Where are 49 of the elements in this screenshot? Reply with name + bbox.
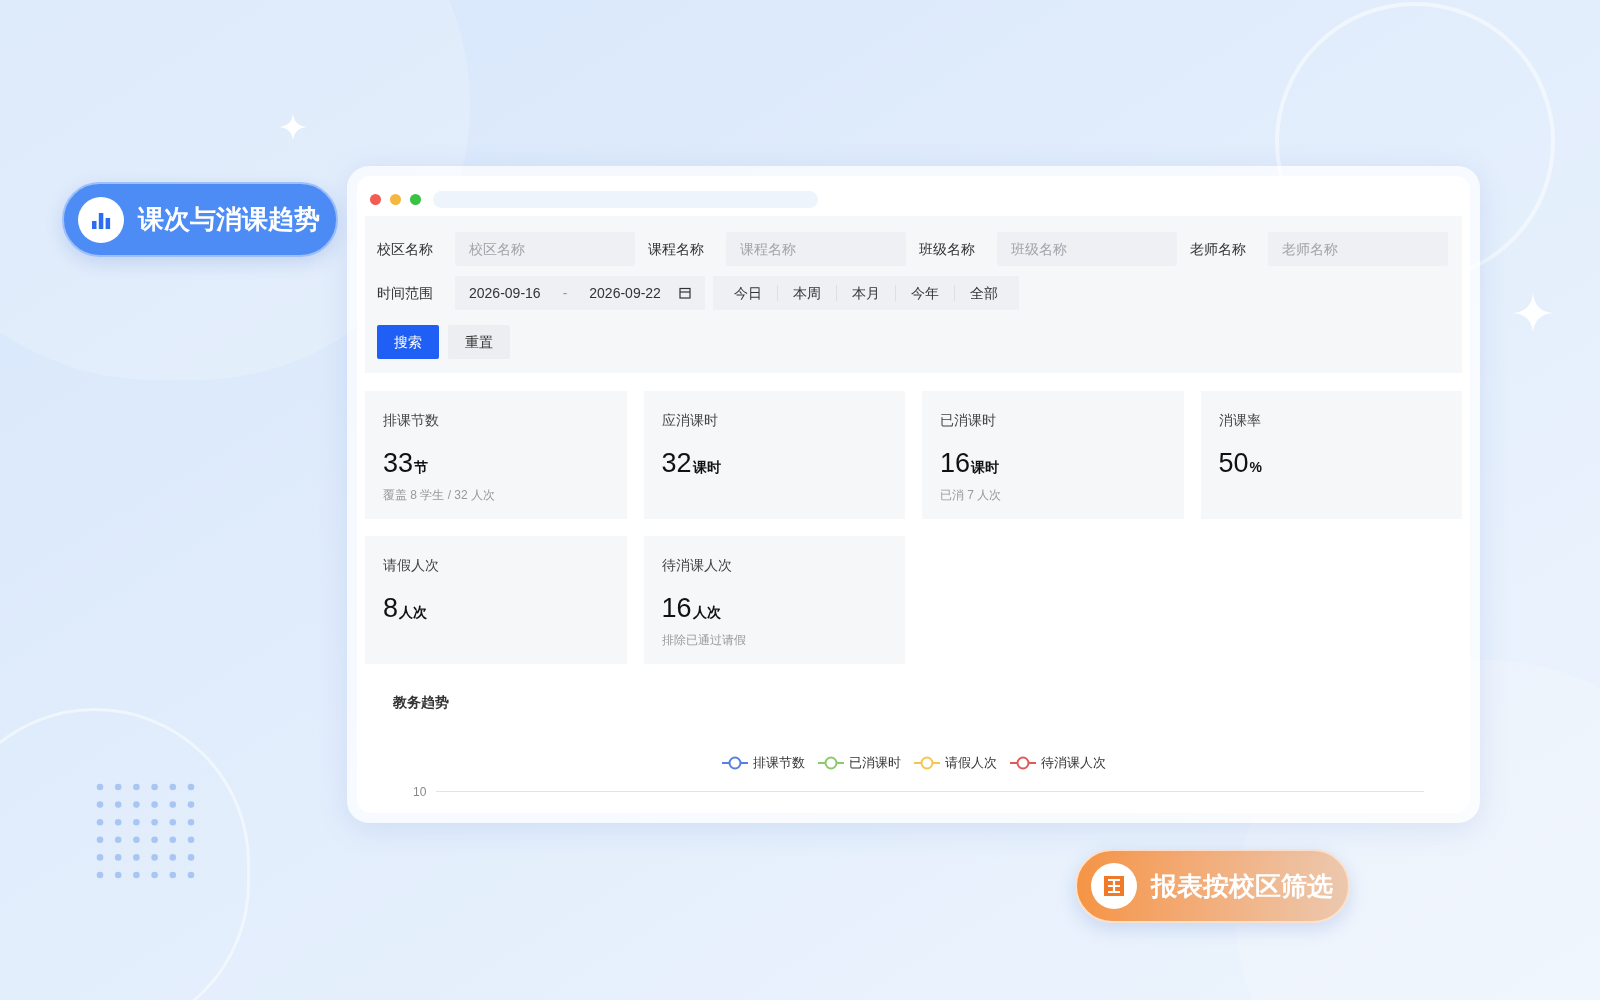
stat-title: 请假人次: [383, 556, 440, 575]
stat-value: 16: [940, 447, 971, 480]
stat-note: 排除已通过请假: [661, 631, 747, 649]
feature-badge-text: 课次与消课趋势: [138, 203, 320, 236]
quick-range-button[interactable]: 本周: [777, 282, 836, 304]
stat-title: 排课节数: [383, 411, 440, 430]
stat-value: 33: [383, 447, 414, 480]
stat-value: 16: [661, 592, 692, 625]
chart-title: 教务趋势: [393, 693, 450, 712]
input-field[interactable]: 老师名称: [1268, 232, 1448, 266]
input-field[interactable]: 校区名称: [455, 232, 635, 266]
date-range-field[interactable]: 2026-09-16 - 2026-09-22: [455, 276, 705, 310]
stat-value: 8: [383, 592, 399, 625]
stat-unit: 人次: [692, 603, 721, 622]
stat-unit: 课时: [971, 459, 1000, 477]
legend-label: 排课节数: [752, 754, 805, 772]
stat-unit: 人次: [399, 603, 428, 622]
stat-unit: 课时: [692, 459, 721, 477]
stat-title: 待消课人次: [661, 556, 733, 575]
stat-value: 32: [661, 447, 692, 480]
quick-range-button[interactable]: 今年: [895, 282, 954, 304]
input-field[interactable]: 课程名称: [726, 232, 906, 266]
quick-range-button[interactable]: 本月: [836, 282, 895, 304]
legend-label: 待消课人次: [1040, 754, 1106, 772]
input-field[interactable]: 班级名称: [997, 232, 1177, 266]
field-label: 课程名称: [648, 239, 705, 259]
axis-tick-label: 10: [413, 783, 427, 801]
stat-title: 消课率: [1218, 411, 1262, 430]
stat-value: 50: [1218, 447, 1249, 480]
stat-title: 已消课时: [940, 411, 997, 430]
field-label: 班级名称: [919, 239, 976, 259]
legend-label: 请假人次: [944, 754, 997, 772]
table-icon: [1103, 875, 1125, 897]
stat-note: 覆盖 8 学生 / 32 人次: [383, 486, 497, 504]
stat-note: 已消 7 人次: [940, 486, 1003, 504]
reset-button[interactable]: 重置: [448, 325, 510, 359]
quick-range-button[interactable]: 全部: [954, 282, 1013, 304]
field-label: 校区名称: [377, 239, 434, 259]
stat-unit: %: [1249, 458, 1262, 477]
stat-title: 应消课时: [661, 411, 719, 430]
stat-unit: 节: [414, 458, 429, 477]
field-label: 老师名称: [1190, 239, 1247, 259]
feature-badge-text: 报表按校区筛选: [1151, 869, 1333, 903]
sparkle-icon: [279, 113, 307, 141]
calendar-icon: [678, 287, 691, 299]
quick-range-button[interactable]: 今日: [718, 282, 777, 304]
legend-label: 已消课时: [848, 754, 901, 772]
search-button[interactable]: 搜索: [377, 325, 439, 359]
field-label: 时间范围: [377, 283, 434, 303]
